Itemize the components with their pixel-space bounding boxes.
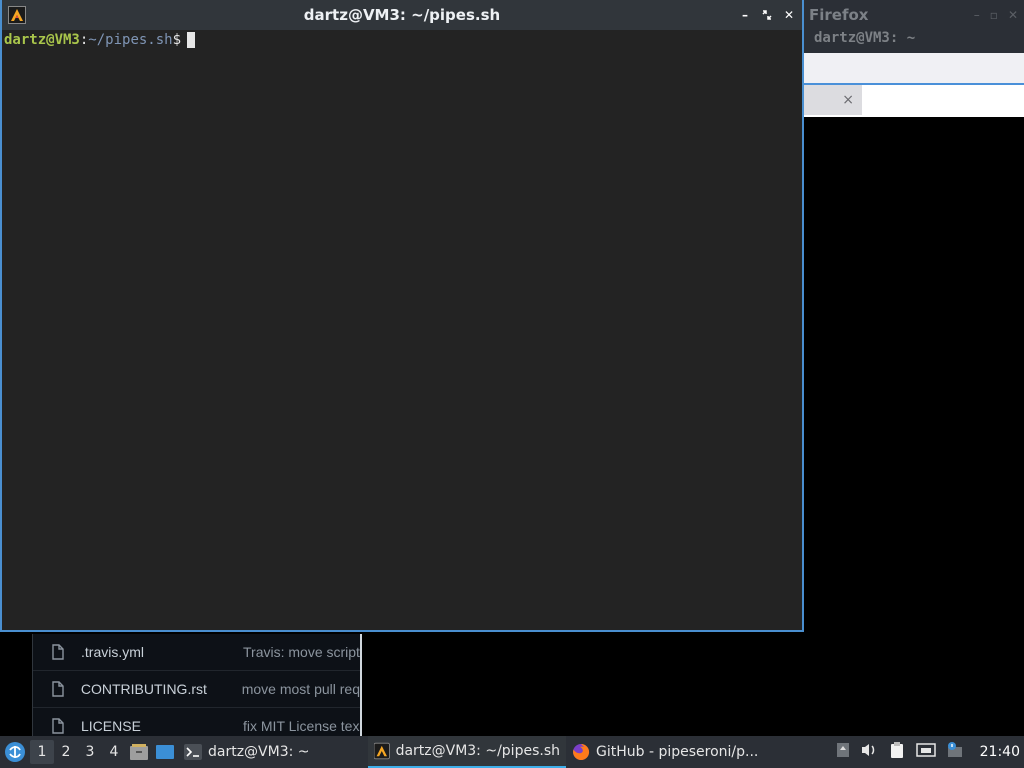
notification-icon[interactable] [946,741,964,763]
workspace-3[interactable]: 3 [78,740,102,764]
close-icon[interactable]: ✕ [782,8,796,22]
shell-prompt: dartz@VM3: ~/pipes.sh $ [4,30,800,49]
lxqt-menu-icon [5,742,25,762]
file-row[interactable]: .travis.yml Travis: move script [33,634,360,671]
commit-message[interactable]: fix MIT License tex [243,718,359,734]
network-icon[interactable] [915,742,936,762]
task-label: dartz@VM3: ~/pipes.sh [395,743,560,759]
workspace-1[interactable]: 1 [30,740,54,764]
restore-icon[interactable] [760,8,774,22]
taskbar: 1 2 3 4 dartz@VM3: ~ dartz@VM3: ~/pipes.… [0,736,1024,768]
prompt-path: ~/pipes.sh [88,32,173,48]
firefox-tab-row: × [804,83,1024,117]
clipboard-icon[interactable] [888,741,906,763]
file-icon [51,644,67,660]
firefox-titlebar[interactable]: Firefox – ▫ ✕ [804,0,1024,29]
firefox-icon [573,743,590,760]
updates-icon[interactable] [836,742,850,762]
firefox-window[interactable]: Firefox – ▫ ✕ dartz@VM3: ~ × [804,0,1024,736]
minimize-icon[interactable]: – [974,8,980,22]
file-manager-launcher[interactable] [126,736,152,768]
prompt-dollar: $ [172,32,182,48]
file-manager-icon [130,744,148,760]
terminal-alacritty-icon [374,742,390,760]
commit-message[interactable]: move most pull req [242,681,360,697]
terminal-icon [184,744,202,760]
text-cursor [187,32,196,48]
app-menu-button[interactable] [0,736,30,768]
firefox-toolbar [804,53,1024,83]
workspace-4[interactable]: 4 [102,740,126,764]
file-row[interactable]: CONTRIBUTING.rst move most pull req [33,671,360,708]
terminal-content[interactable]: dartz@VM3: ~/pipes.sh $ [2,30,802,630]
file-icon [51,718,67,734]
firefox-window-controls: – ▫ ✕ [974,8,1024,22]
background-terminal-title: dartz@VM3: ~ [804,29,1024,53]
task-terminal-home[interactable]: dartz@VM3: ~ [178,736,368,768]
system-tray: 21:40 [836,741,1024,763]
prompt-user-host: dartz@VM3 [4,32,80,48]
tab-close-icon[interactable]: × [842,92,854,108]
file-icon [51,681,67,697]
file-row[interactable]: LICENSE fix MIT License tex [33,708,360,736]
commit-message[interactable]: Travis: move script [243,644,360,660]
file-name[interactable]: .travis.yml [81,644,243,660]
task-firefox[interactable]: GitHub - pipeseroni/p... [566,736,766,768]
terminal-titlebar[interactable]: dartz@VM3: ~/pipes.sh – ✕ [2,0,802,30]
show-desktop-launcher[interactable] [152,736,178,768]
file-name[interactable]: CONTRIBUTING.rst [81,681,242,697]
firefox-tab[interactable]: × [804,85,862,115]
minimize-icon[interactable]: – [738,8,752,22]
task-terminal-pipes[interactable]: dartz@VM3: ~/pipes.sh [368,736,566,768]
volume-icon[interactable] [860,742,878,762]
clock[interactable]: 21:40 [980,744,1020,760]
terminal-window[interactable]: dartz@VM3: ~/pipes.sh – ✕ dartz@VM3: ~/pi… [0,0,804,632]
file-name[interactable]: LICENSE [81,718,243,734]
desktop-icon [156,745,174,759]
github-file-list: .travis.yml Travis: move script CONTRIBU… [32,634,362,736]
close-icon[interactable]: ✕ [1008,8,1018,22]
workspace-2[interactable]: 2 [54,740,78,764]
alacritty-icon[interactable] [8,6,26,24]
terminal-window-title: dartz@VM3: ~/pipes.sh [303,6,501,24]
restore-icon[interactable]: ▫ [990,8,998,22]
task-label: dartz@VM3: ~ [208,744,310,760]
terminal-window-controls: – ✕ [738,8,802,22]
firefox-window-title: Firefox [809,5,869,24]
task-label: GitHub - pipeseroni/p... [596,744,759,760]
desktop: Firefox – ▫ ✕ dartz@VM3: ~ × .travis.yml… [0,0,1024,768]
prompt-separator: : [79,32,89,48]
